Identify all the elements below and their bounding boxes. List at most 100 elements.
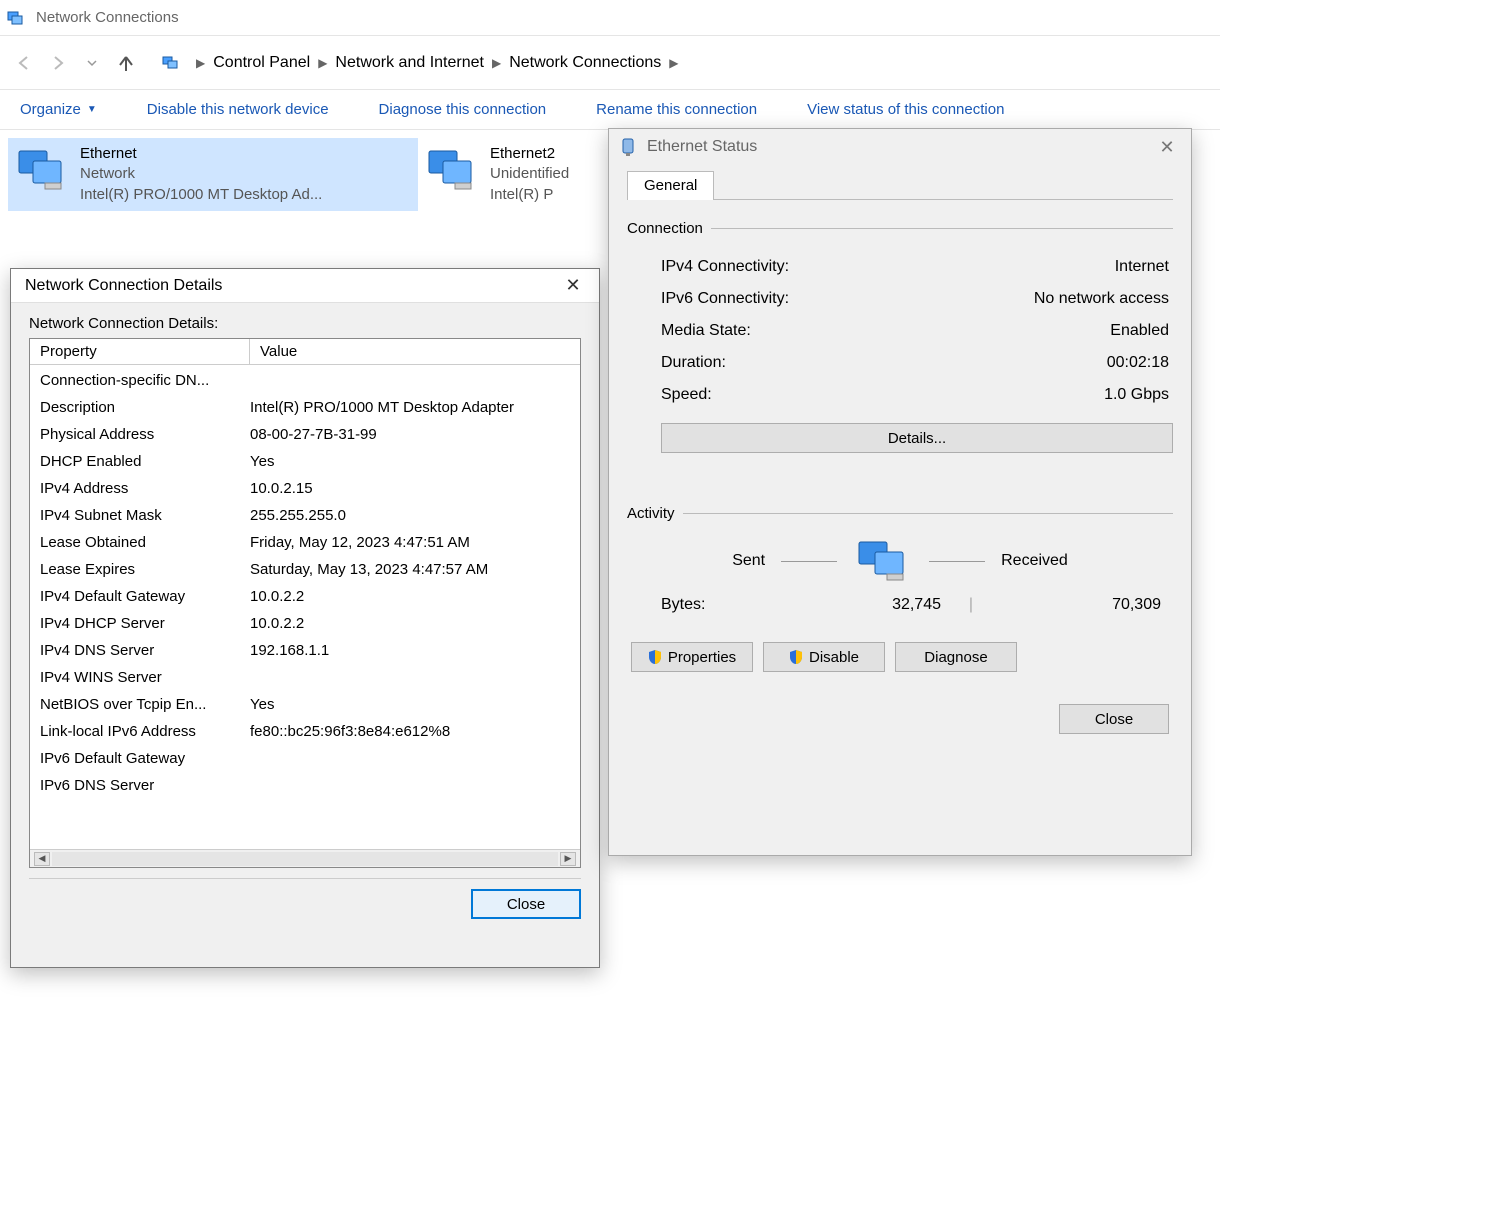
property-cell: Lease Expires xyxy=(40,556,250,583)
separator xyxy=(683,513,1173,514)
table-row[interactable]: NetBIOS over Tcpip En...Yes xyxy=(30,691,580,718)
shield-icon xyxy=(648,649,662,665)
duration-label: Duration: xyxy=(661,347,726,379)
column-property[interactable]: Property xyxy=(30,339,250,364)
breadcrumb-item[interactable]: Control Panel xyxy=(213,54,310,72)
network-connection-details-dialog: Network Connection Details ✕ Network Con… xyxy=(10,268,600,968)
table-row[interactable]: IPv4 Subnet Mask255.255.255.0 xyxy=(30,502,580,529)
table-row[interactable]: IPv6 Default Gateway xyxy=(30,745,580,772)
details-button[interactable]: Details... xyxy=(661,423,1173,453)
bytes-label: Bytes: xyxy=(661,596,781,614)
ethernet-icon xyxy=(619,137,637,157)
value-cell: Intel(R) PRO/1000 MT Desktop Adapter xyxy=(250,394,570,421)
bytes-row: Bytes: 32,745 | 70,309 xyxy=(627,596,1173,614)
chevron-right-icon: ▶ xyxy=(196,56,205,70)
adapter-device: Intel(R) PRO/1000 MT Desktop Ad... xyxy=(80,185,322,205)
duration-value: 00:02:18 xyxy=(1107,347,1169,379)
table-row[interactable]: DescriptionIntel(R) PRO/1000 MT Desktop … xyxy=(30,394,580,421)
breadcrumb-item[interactable]: Network and Internet xyxy=(335,54,484,72)
property-cell: DHCP Enabled xyxy=(40,448,250,475)
table-row[interactable]: IPv4 DHCP Server10.0.2.2 xyxy=(30,610,580,637)
value-cell: 08-00-27-7B-31-99 xyxy=(250,421,570,448)
table-row[interactable]: Lease ExpiresSaturday, May 13, 2023 4:47… xyxy=(30,556,580,583)
property-cell: IPv4 Subnet Mask xyxy=(40,502,250,529)
action-button-row: Properties Disable Diagnose xyxy=(627,642,1173,672)
table-row[interactable]: IPv4 WINS Server xyxy=(30,664,580,691)
adapter-item[interactable]: Ethernet Network Intel(R) PRO/1000 MT De… xyxy=(8,138,418,211)
activity-group-label: Activity xyxy=(627,505,675,522)
close-icon[interactable]: ✕ xyxy=(561,275,585,296)
table-row[interactable]: IPv6 DNS Server xyxy=(30,772,580,799)
horizontal-scrollbar[interactable]: ◀ ▶ xyxy=(30,849,580,867)
speed-value: 1.0 Gbps xyxy=(1104,379,1169,411)
ethernet-status-dialog: Ethernet Status ✕ General Connection IPv… xyxy=(608,128,1192,856)
activity-graphic: Sent Received xyxy=(627,536,1173,586)
table-row[interactable]: Physical Address08-00-27-7B-31-99 xyxy=(30,421,580,448)
property-cell: IPv6 DNS Server xyxy=(40,772,250,799)
chevron-right-icon: ▶ xyxy=(669,56,678,70)
disable-device-link[interactable]: Disable this network device xyxy=(147,101,329,118)
value-cell: 10.0.2.2 xyxy=(250,583,570,610)
table-row[interactable]: IPv4 Default Gateway10.0.2.2 xyxy=(30,583,580,610)
separator: | xyxy=(941,596,1001,614)
properties-label: Properties xyxy=(668,649,736,666)
chevron-down-icon: ▼ xyxy=(87,104,97,115)
properties-button[interactable]: Properties xyxy=(631,642,753,672)
property-cell: Connection-specific DN... xyxy=(40,367,250,394)
nav-forward-button[interactable] xyxy=(44,49,72,77)
value-cell: Yes xyxy=(250,691,570,718)
dialog-title: Network Connection Details xyxy=(25,277,222,295)
property-cell: IPv4 WINS Server xyxy=(40,664,250,691)
table-row[interactable]: Link-local IPv6 Addressfe80::bc25:96f3:8… xyxy=(30,718,580,745)
table-row[interactable]: Connection-specific DN... xyxy=(30,367,580,394)
value-cell: fe80::bc25:96f3:8e84:e612%8 xyxy=(250,718,570,745)
property-cell: NetBIOS over Tcpip En... xyxy=(40,691,250,718)
details-rows: Connection-specific DN...DescriptionInte… xyxy=(30,365,580,849)
adapter-text: Ethernet Network Intel(R) PRO/1000 MT De… xyxy=(80,144,322,205)
breadcrumb-item[interactable]: Network Connections xyxy=(509,54,661,72)
value-cell: 192.168.1.1 xyxy=(250,637,570,664)
ipv6-connectivity-label: IPv6 Connectivity: xyxy=(661,283,789,315)
nav-back-button[interactable] xyxy=(10,49,38,77)
media-state-label: Media State: xyxy=(661,315,751,347)
connection-group: Connection IPv4 Connectivity:Internet IP… xyxy=(627,220,1173,453)
nav-recent-dropdown[interactable] xyxy=(78,49,106,77)
separator xyxy=(781,561,837,562)
close-button[interactable]: Close xyxy=(1059,704,1169,734)
tab-general[interactable]: General xyxy=(627,171,714,200)
details-table-header: Property Value xyxy=(30,339,580,365)
diagnose-connection-link[interactable]: Diagnose this connection xyxy=(379,101,547,118)
view-status-link[interactable]: View status of this connection xyxy=(807,101,1004,118)
close-button[interactable]: Close xyxy=(471,889,581,919)
value-cell xyxy=(250,664,570,691)
table-row[interactable]: IPv4 Address10.0.2.15 xyxy=(30,475,580,502)
separator xyxy=(711,228,1173,229)
close-icon[interactable]: ✕ xyxy=(1153,137,1181,158)
navigation-bar: ▶ Control Panel ▶ Network and Internet ▶… xyxy=(0,36,1220,90)
disable-button[interactable]: Disable xyxy=(763,642,885,672)
scroll-left-button[interactable]: ◀ xyxy=(34,852,50,866)
organize-menu[interactable]: Organize ▼ xyxy=(20,101,97,118)
received-label: Received xyxy=(1001,552,1068,570)
scroll-track[interactable] xyxy=(52,852,558,866)
adapter-text: Ethernet2 Unidentified Intel(R) P xyxy=(490,144,569,205)
breadcrumb[interactable]: ▶ Control Panel ▶ Network and Internet ▶… xyxy=(154,46,1210,80)
window-title: Network Connections xyxy=(36,9,179,26)
adapter-icon xyxy=(14,144,70,194)
scroll-right-button[interactable]: ▶ xyxy=(560,852,576,866)
ipv4-connectivity-label: IPv4 Connectivity: xyxy=(661,251,789,283)
value-cell: Saturday, May 13, 2023 4:47:57 AM xyxy=(250,556,570,583)
bytes-received-value: 70,309 xyxy=(1001,596,1161,614)
nav-up-button[interactable] xyxy=(112,49,140,77)
property-cell: IPv6 Default Gateway xyxy=(40,745,250,772)
sent-label: Sent xyxy=(732,552,765,570)
adapter-name: Ethernet2 xyxy=(490,144,569,164)
table-row[interactable]: IPv4 DNS Server192.168.1.1 xyxy=(30,637,580,664)
table-row[interactable]: Lease ObtainedFriday, May 12, 2023 4:47:… xyxy=(30,529,580,556)
disable-label: Disable xyxy=(809,649,859,666)
adapter-icon xyxy=(424,144,480,194)
column-value[interactable]: Value xyxy=(250,339,580,364)
table-row[interactable]: DHCP EnabledYes xyxy=(30,448,580,475)
rename-connection-link[interactable]: Rename this connection xyxy=(596,101,757,118)
diagnose-button[interactable]: Diagnose xyxy=(895,642,1017,672)
